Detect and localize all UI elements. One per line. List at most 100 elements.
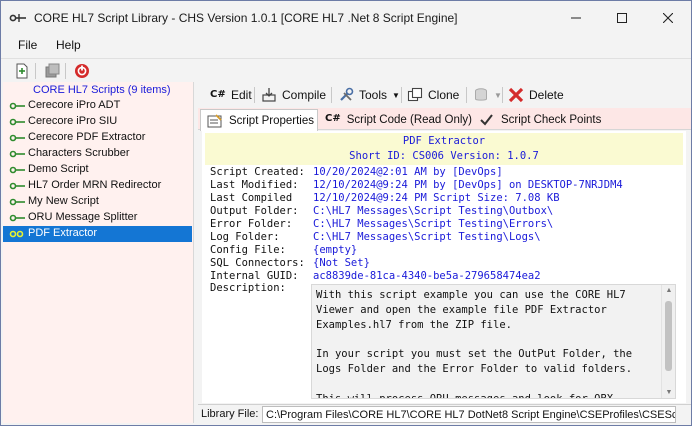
tree-item[interactable]: Cerecore iPro SIU — [3, 114, 192, 130]
stop-icon — [75, 64, 89, 78]
tab-label: Script Code (Read Only) — [346, 113, 472, 126]
tree-item-label: Characters Scrubber — [28, 147, 130, 159]
tree-item-label: ORU Message Splitter — [28, 211, 138, 223]
new-script-button[interactable] — [13, 62, 31, 80]
property-value: ac8839de-81ca-4340-be5a-279658474ea2 — [313, 270, 541, 282]
short-id-version: Short ID: CS006 Version: 1.0.7 — [349, 150, 539, 162]
app-window: CORE HL7 Script Library - CHS Version 1.… — [0, 0, 692, 426]
property-key: Output Folder: — [210, 205, 299, 217]
compile-label: Compile — [282, 88, 327, 102]
scrollbar-thumb[interactable] — [665, 301, 672, 371]
property-key: Internal GUID: — [210, 270, 299, 282]
property-value: C:\HL7 Messages\Script Testing\Outbox\ — [313, 205, 554, 217]
script-name: PDF Extractor — [402, 135, 486, 147]
property-value: C:\HL7 Messages\Script Testing\Logs\ — [313, 231, 541, 243]
tab-label: Script Properties — [229, 114, 315, 127]
tree-item-label: Demo Script — [28, 163, 89, 175]
script-node-icon — [9, 182, 25, 190]
property-key: Script Created: — [210, 166, 305, 178]
property-key: Config File: — [210, 244, 286, 256]
checkpoint-icon — [480, 113, 493, 126]
property-value: {Not Set} — [313, 257, 370, 269]
property-value: C:\HL7 Messages\Script Testing\Errors\ — [313, 218, 554, 230]
csharp-icon: C# — [325, 112, 341, 124]
script-node-icon — [9, 134, 25, 142]
compile-button[interactable]: Compile — [261, 86, 326, 104]
script-node-icon — [9, 150, 25, 158]
tree-item[interactable]: Cerecore iPro ADT — [3, 98, 192, 114]
menu-bar: File Help — [1, 35, 691, 57]
library-file-path[interactable] — [262, 406, 676, 423]
tree-item-label: PDF Extractor — [28, 227, 98, 239]
property-key: Log Folder: — [210, 231, 280, 243]
tools-dropdown[interactable]: Tools ▼ — [338, 86, 400, 104]
minimize-icon — [571, 17, 581, 19]
script-properties-panel: PDF Extractor Short ID: CS006 Version: 1… — [202, 131, 686, 403]
clone-icon — [407, 87, 423, 102]
clone-label: Clone — [428, 88, 460, 102]
toolbar-separator — [466, 87, 467, 103]
property-value: 10/20/2024@2:01 AM by [DevOps] — [313, 166, 503, 178]
maximize-button[interactable] — [599, 1, 645, 35]
script-node-icon — [9, 102, 25, 110]
script-node-icon — [9, 118, 25, 126]
tree-item[interactable]: ORU Message Splitter — [3, 210, 192, 226]
description-scrollbar[interactable]: ▲ ▼ — [661, 285, 675, 398]
delete-icon — [508, 87, 524, 103]
description-text: With this script example you can use the… — [316, 289, 633, 399]
tree-item[interactable]: HL7 Order MRN Redirector — [3, 178, 192, 194]
tree-item[interactable]: Demo Script — [3, 162, 192, 178]
tree-item-label: Cerecore iPro ADT — [28, 99, 121, 111]
edit-label: Edit — [231, 88, 252, 102]
tree-item[interactable]: Cerecore PDF Extractor — [3, 130, 192, 146]
tree-item-label: Cerecore iPro SIU — [28, 115, 118, 127]
toolbar-separator — [401, 87, 402, 103]
close-button[interactable] — [645, 1, 691, 35]
delete-button[interactable]: Delete — [508, 86, 564, 104]
description-box[interactable]: With this script example you can use the… — [311, 284, 676, 399]
tree-root-label[interactable]: CORE HL7 Scripts (9 items) — [33, 84, 171, 96]
close-icon — [663, 13, 673, 23]
window-title: CORE HL7 Script Library - CHS Version 1.… — [34, 11, 458, 25]
title-bar: CORE HL7 Script Library - CHS Version 1.… — [1, 1, 691, 35]
delete-label: Delete — [529, 88, 564, 102]
library-file-bar: Library File: — [198, 404, 691, 424]
tree-item-selected[interactable]: PDF Extractor — [3, 226, 192, 242]
tree-item-label: HL7 Order MRN Redirector — [28, 179, 162, 191]
script-node-icon — [9, 214, 25, 222]
script-node-icon — [9, 166, 25, 174]
tree-item-label: Cerecore PDF Extractor — [28, 131, 146, 143]
scroll-up-icon[interactable]: ▲ — [665, 287, 673, 294]
toolbar-separator — [254, 87, 255, 103]
library-icon — [45, 63, 60, 78]
minimize-button[interactable] — [553, 1, 599, 35]
chevron-down-icon: ▼ — [494, 90, 502, 100]
library-file-label: Library File: — [201, 408, 259, 420]
tab-script-properties[interactable]: Script Properties — [200, 109, 318, 131]
tab-script-code[interactable]: C# Script Code (Read Only) — [319, 109, 472, 130]
property-key: Error Folder: — [210, 218, 293, 230]
tab-label: Script Check Points — [501, 113, 602, 126]
toolbar-separator — [35, 63, 36, 79]
clone-button[interactable]: Clone — [407, 86, 459, 104]
tab-script-check-points[interactable]: Script Check Points — [473, 109, 609, 130]
script-tree-panel: CORE HL7 Scripts (9 items) Cerecore iPro… — [3, 82, 194, 423]
main-toolbar — [1, 58, 691, 82]
script-node-icon — [9, 198, 25, 206]
maximize-icon — [617, 13, 627, 23]
database-dropdown[interactable]: ▼ — [473, 86, 502, 104]
property-value: 12/10/2024@9:24 PM by [DevOps] on DESKTO… — [313, 179, 623, 191]
property-value: 12/10/2024@9:24 PM Script Size: 7.08 KB — [313, 192, 560, 204]
new-script-icon — [16, 63, 28, 79]
stop-button[interactable] — [73, 62, 91, 80]
menu-file[interactable]: File — [18, 38, 37, 52]
tree-item[interactable]: My New Script — [3, 194, 192, 210]
csharp-edit-icon: C# — [210, 89, 226, 100]
menu-help[interactable]: Help — [56, 38, 81, 52]
tree-item[interactable]: Characters Scrubber — [3, 146, 192, 162]
description-label: Description: — [210, 282, 286, 294]
library-button[interactable] — [43, 62, 61, 80]
property-key: SQL Connectors: — [210, 257, 305, 269]
edit-button[interactable]: C# Edit — [210, 86, 252, 104]
scroll-down-icon[interactable]: ▼ — [665, 389, 673, 396]
